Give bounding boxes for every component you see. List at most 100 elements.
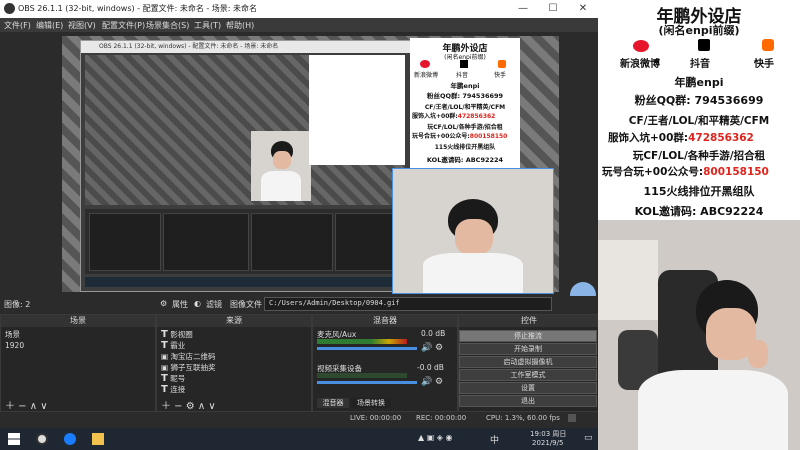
- menu-edit[interactable]: 编辑(E): [36, 20, 63, 31]
- source-label: 狮子互联抽奖: [170, 363, 216, 372]
- image-path-text: C:/Users/Admin/Desktop/0904.gif: [269, 299, 400, 307]
- menu-profile[interactable]: 配置文件(P): [102, 20, 145, 31]
- kuaishou-icon: [498, 60, 506, 68]
- nested-scenes: [89, 213, 161, 271]
- nested-person-shirt: [261, 171, 301, 201]
- banner-line3: 玩CF/LOL/各种手游/招合租: [632, 150, 766, 162]
- clock-date[interactable]: 2021/9/5: [532, 439, 563, 447]
- nested-person-face: [273, 151, 291, 169]
- mixer-meter-2: [317, 373, 407, 378]
- start-virtual-camera-button[interactable]: 启动虚拟摄像机: [459, 356, 597, 368]
- banner-qq: 粉丝QQ群: 794536699: [634, 94, 764, 107]
- banner-name: 年鹏enpi: [674, 76, 724, 89]
- source-item[interactable]: ▣ 狮子互联抽奖: [161, 362, 215, 373]
- source-label: 淘宝店二维码: [170, 352, 216, 361]
- gear-icon[interactable]: ⚙: [160, 299, 167, 308]
- preview-banner-name: 年鹏enpi: [450, 82, 480, 90]
- minimize-button[interactable]: —: [508, 0, 538, 18]
- start-recording-button[interactable]: 开始录制: [459, 343, 597, 355]
- preview-line4-number: 800158150: [469, 133, 508, 140]
- rec-status: REC: 00:00:00: [416, 414, 467, 422]
- ime-indicator[interactable]: 中: [490, 433, 499, 446]
- nested-dock: [85, 209, 405, 274]
- source-item[interactable]: T 连接: [161, 384, 185, 395]
- nested-sources: [163, 213, 249, 271]
- preview-banner-line2: 服饰入坑+00群:472856362: [412, 111, 495, 120]
- banner-line2-label: 服饰入坑+00群:: [608, 132, 689, 144]
- social-douyin: 抖音: [690, 59, 710, 70]
- webcam-feed: [598, 220, 800, 450]
- mixer-meter-1: [317, 339, 407, 344]
- image-source-icon: ▣: [161, 363, 169, 372]
- person-shirt: [423, 253, 523, 293]
- douyin-icon: [698, 39, 710, 51]
- source-label: 霸业: [170, 341, 186, 350]
- qq-browser-icon[interactable]: [64, 433, 76, 445]
- source-item[interactable]: T 影视圈: [161, 329, 193, 340]
- menu-view[interactable]: 视图(V): [68, 20, 96, 31]
- source-controls[interactable]: ＋ − ⚙ ∧ ∨: [161, 397, 216, 412]
- scene-item[interactable]: 场景: [5, 329, 20, 340]
- sources-panel: 来源 T 影视圈 T 霸业 ▣ 淘宝店二维码 ▣ 狮子互联抽奖 T 昵号 T 连…: [156, 314, 312, 412]
- speaker-icon[interactable]: 🔊: [421, 343, 432, 353]
- mixer-channel-2-db: -0.0 dB: [417, 363, 444, 372]
- scenes-panel: 场景 场景 1920 ＋ − ∧ ∨: [0, 314, 156, 412]
- preview-banner-line5: 115火线排位开黑组队: [434, 144, 496, 151]
- status-bar: LIVE: 00:00:00 REC: 00:00:00 CPU: 1.3%, …: [0, 412, 598, 426]
- mixer-volume-slider-2[interactable]: [317, 381, 417, 384]
- file-explorer-icon[interactable]: [92, 433, 104, 445]
- preview-webcam-source[interactable]: [392, 168, 554, 294]
- menu-scene-collection[interactable]: 场景集合(S): [146, 20, 189, 31]
- properties-button[interactable]: 属性: [172, 299, 188, 310]
- image-source-icon: ▣: [161, 352, 169, 361]
- close-button[interactable]: ✕: [568, 0, 598, 18]
- cpu-status: CPU: 1.3%, 60.00 fps: [486, 414, 560, 422]
- gear-icon[interactable]: ⚙: [435, 343, 443, 353]
- banner-line4-label: 玩号合玩+00公众号:: [602, 166, 704, 178]
- controls-header: 控件: [459, 315, 599, 327]
- filter-icon[interactable]: ◐: [194, 299, 201, 308]
- preview-line2-label: 服饰入坑+00群:: [412, 113, 458, 120]
- tab-mixer[interactable]: 混音器: [317, 398, 349, 408]
- banner-line4-number: 800158150: [703, 166, 769, 178]
- social-kuaishou: 快手: [754, 59, 774, 70]
- menu-help[interactable]: 帮助(H): [226, 20, 254, 31]
- title-bar: OBS 26.1.1 (32-bit, windows) - 配置文件: 未命名…: [0, 0, 598, 18]
- gear-icon[interactable]: ⚙: [435, 377, 443, 387]
- image-path-field[interactable]: C:/Users/Admin/Desktop/0904.gif: [264, 297, 552, 311]
- image-file-label: 图像文件: [230, 300, 262, 309]
- person-hand: [748, 340, 768, 368]
- obs-taskbar-icon[interactable]: [36, 433, 48, 445]
- clock-time[interactable]: 19:03 周日: [530, 429, 566, 439]
- text-source-icon: T: [161, 373, 168, 384]
- tray-icons[interactable]: ▲ ▣ ◈ ◉: [418, 433, 452, 442]
- scene-controls[interactable]: ＋ − ∧ ∨: [5, 397, 48, 412]
- preview-social-kuaishou: 快手: [494, 72, 507, 79]
- mixer-volume-slider-1[interactable]: [317, 347, 417, 350]
- menu-tools[interactable]: 工具(T): [194, 20, 221, 31]
- windows-start-icon[interactable]: [8, 433, 20, 445]
- speaker-icon[interactable]: 🔊: [421, 377, 432, 387]
- text-source-icon: T: [161, 340, 168, 351]
- source-label: 影视圈: [170, 330, 193, 339]
- source-item[interactable]: T 霸业: [161, 340, 185, 351]
- source-item[interactable]: ▣ 淘宝店二维码: [161, 351, 215, 362]
- window-title: OBS 26.1.1 (32-bit, windows) - 配置文件: 未命名…: [18, 4, 258, 13]
- banner-line4: 玩号合玩+00公众号:800158150: [602, 164, 769, 179]
- menu-bar: 文件(F) 编辑(E) 视图(V) 配置文件(P) 场景集合(S) 工具(T) …: [0, 18, 598, 32]
- scene-item[interactable]: 1920: [5, 341, 24, 350]
- stop-streaming-button[interactable]: 停止推流: [459, 330, 597, 342]
- preview-banner-qq: 粉丝QQ群: 794536699: [426, 92, 504, 100]
- notification-icon[interactable]: ▭: [584, 433, 593, 443]
- tab-scene-transitions[interactable]: 场景转换: [351, 398, 391, 408]
- filters-button[interactable]: 滤镜: [206, 299, 222, 310]
- stream-banner: 年鹏外设店 (闲名enpi前缀) 新浪微博 抖音 快手 年鹏enpi 粉丝QQ群…: [598, 0, 800, 220]
- source-item[interactable]: T 昵号: [161, 373, 185, 384]
- kuaishou-icon: [762, 39, 774, 51]
- maximize-button[interactable]: ☐: [538, 0, 568, 18]
- preview-banner-line4: 玩号合玩+00公众号:800158150: [412, 131, 507, 140]
- studio-mode-button[interactable]: 工作室模式: [459, 369, 597, 381]
- menu-file[interactable]: 文件(F): [4, 20, 31, 31]
- settings-button[interactable]: 设置: [459, 382, 597, 394]
- exit-button[interactable]: 退出: [459, 395, 597, 407]
